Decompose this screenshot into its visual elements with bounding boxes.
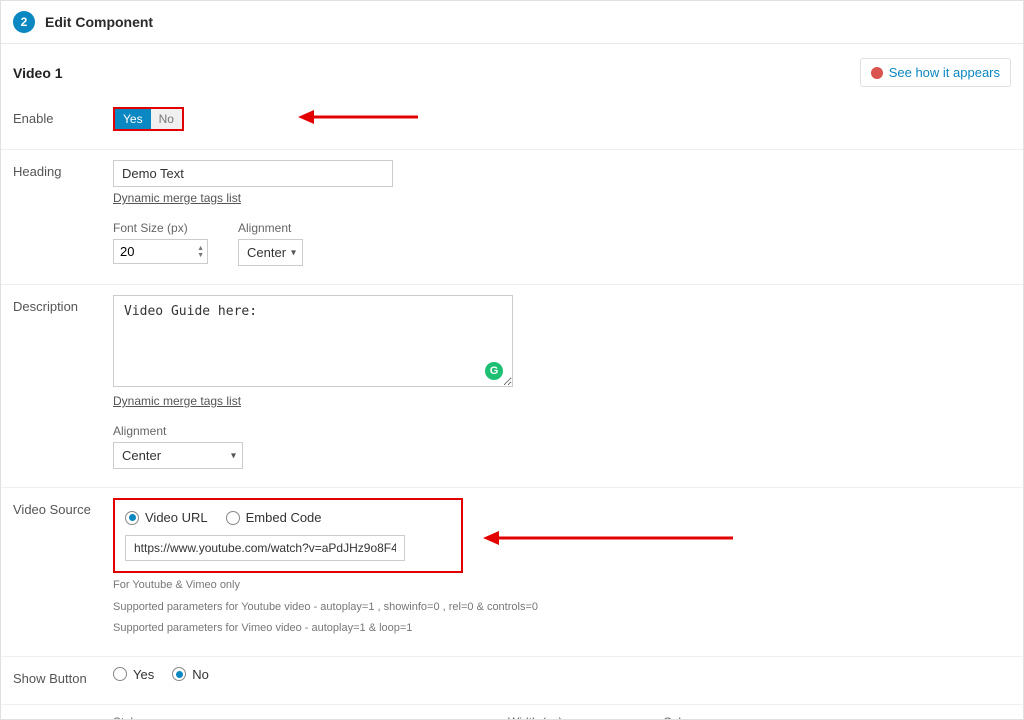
- heading-label: Heading: [13, 160, 113, 179]
- description-textarea[interactable]: Video Guide here:: [113, 295, 513, 387]
- heading-merge-tags-link[interactable]: Dynamic merge tags list: [113, 191, 1011, 205]
- enable-yes-button[interactable]: Yes: [115, 109, 151, 129]
- show-button-label: Show Button: [13, 667, 113, 686]
- show-button-yes-label: Yes: [133, 667, 154, 682]
- description-alignment-label: Alignment: [113, 424, 1011, 438]
- embed-code-radio-label: Embed Code: [246, 510, 322, 525]
- heading-alignment-label: Alignment: [238, 221, 303, 235]
- border-style-label: Style: [113, 715, 268, 720]
- annotation-arrow-icon: [483, 526, 733, 550]
- stepper-icon[interactable]: ▲▼: [197, 241, 204, 262]
- enable-no-button[interactable]: No: [151, 109, 182, 129]
- heading-alignment-value: Center: [247, 245, 286, 260]
- heading-alignment-select[interactable]: Center ▾: [238, 239, 303, 266]
- info-icon: [871, 67, 883, 79]
- panel-header: 2 Edit Component: [1, 1, 1023, 44]
- video-hint-2: Supported parameters for Youtube video -…: [113, 599, 1011, 617]
- description-alignment-value: Center: [122, 448, 161, 463]
- show-button-yes-radio[interactable]: Yes: [113, 667, 154, 682]
- font-size-input[interactable]: [113, 239, 208, 264]
- show-button-no-radio[interactable]: No: [172, 667, 209, 682]
- border-label: Border: [13, 715, 113, 720]
- chevron-down-icon: ▾: [291, 247, 296, 258]
- chevron-down-icon: ▾: [231, 450, 236, 461]
- embed-code-radio[interactable]: Embed Code: [226, 510, 322, 525]
- video-url-radio[interactable]: Video URL: [125, 510, 208, 525]
- panel-title: Edit Component: [45, 14, 153, 30]
- annotation-arrow-icon: [298, 105, 418, 129]
- show-button-no-label: No: [192, 667, 209, 682]
- video-url-input[interactable]: [125, 535, 405, 561]
- description-label: Description: [13, 295, 113, 314]
- component-name: Video 1: [13, 65, 63, 81]
- border-color-label: Color: [663, 715, 767, 720]
- see-how-label: See how it appears: [889, 65, 1000, 80]
- step-indicator: 2: [13, 11, 35, 33]
- enable-label: Enable: [13, 107, 113, 126]
- description-merge-tags-link[interactable]: Dynamic merge tags list: [113, 394, 1011, 408]
- video-source-label: Video Source: [13, 498, 113, 517]
- description-alignment-select[interactable]: Center ▾: [113, 442, 243, 469]
- see-how-it-appears-button[interactable]: See how it appears: [860, 58, 1011, 87]
- heading-input[interactable]: [113, 160, 393, 187]
- grammarly-icon[interactable]: G: [485, 362, 503, 380]
- video-source-group: Video URL Embed Code: [113, 498, 463, 573]
- border-width-label: Width (px): [508, 715, 603, 720]
- video-hint-3: Supported parameters for Vimeo video - a…: [113, 620, 1011, 638]
- font-size-label: Font Size (px): [113, 221, 208, 235]
- video-hint-1: For Youtube & Vimeo only: [113, 577, 1011, 595]
- video-url-radio-label: Video URL: [145, 510, 208, 525]
- enable-toggle[interactable]: Yes No: [113, 107, 184, 131]
